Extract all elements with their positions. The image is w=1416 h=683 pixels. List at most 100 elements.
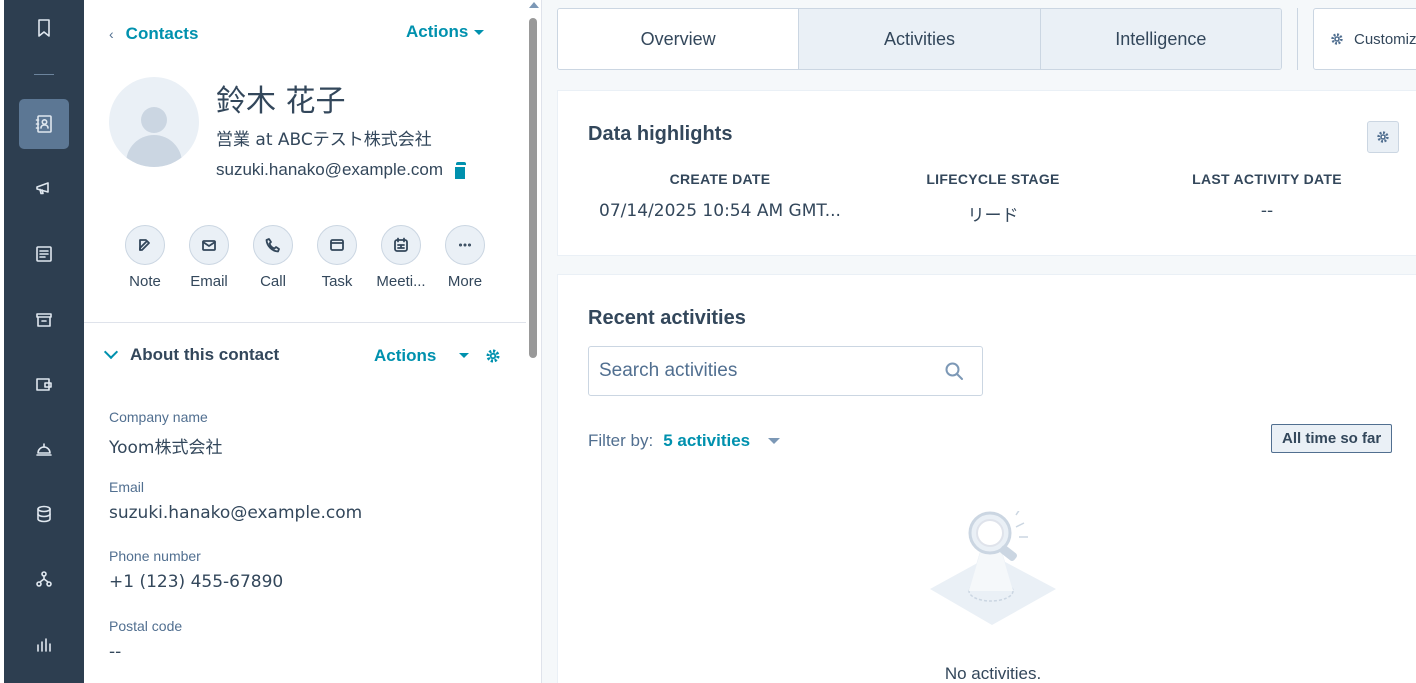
- field-label: Email: [109, 479, 145, 495]
- wallet-icon[interactable]: [19, 359, 69, 409]
- highlights-settings-button[interactable]: [1367, 121, 1399, 153]
- call-icon: [253, 225, 293, 265]
- note-button[interactable]: Note: [124, 225, 166, 290]
- database-icon[interactable]: [19, 489, 69, 539]
- search-activities-box: [588, 346, 983, 396]
- email-button[interactable]: Email: [188, 225, 230, 290]
- left-panel-scrollbar[interactable]: [526, 0, 542, 683]
- scroll-up-icon[interactable]: [529, 2, 539, 8]
- highlight-value: --: [1260, 201, 1274, 221]
- call-button[interactable]: Call: [252, 225, 294, 290]
- highlight-header: CREATE DATE: [669, 171, 771, 187]
- call-label: Call: [260, 273, 286, 290]
- avatar[interactable]: [109, 77, 199, 167]
- data-highlights-title: Data highlights: [588, 123, 733, 145]
- avatar-head: [141, 107, 167, 133]
- contacts-back-label: Contacts: [125, 24, 199, 43]
- contacts-icon[interactable]: [19, 99, 69, 149]
- contact-email: suzuki.hanako@example.com: [216, 160, 444, 179]
- recent-activities-card: Recent activities Filter by: 5 activitie…: [557, 274, 1416, 683]
- field-value[interactable]: +1 (123) 455-67890: [109, 572, 283, 592]
- contact-panel: ‹ Contacts Actions 鈴木 花子 営業 at ABCテスト株式会…: [84, 0, 526, 683]
- tab-intelligence[interactable]: Intelligence: [1039, 9, 1281, 69]
- highlight-header: LAST ACTIVITY DATE: [1192, 171, 1342, 187]
- chevron-down-icon: [103, 344, 119, 360]
- caret-down-icon[interactable]: [768, 438, 781, 444]
- highlight-lifecycle-stage: LIFECYCLE STAGE リード: [858, 171, 1128, 226]
- left-nav-rail: [0, 0, 84, 683]
- about-section-toggle[interactable]: About this contact: [103, 344, 280, 365]
- gear-icon[interactable]: [485, 348, 501, 364]
- customize-button[interactable]: Customiz: [1313, 8, 1416, 70]
- time-range-button[interactable]: All time so far: [1271, 424, 1393, 453]
- reports-icon[interactable]: [19, 619, 69, 669]
- caret-down-icon: [474, 29, 485, 35]
- task-icon: [317, 225, 357, 265]
- meeting-button[interactable]: Meeti...: [376, 225, 426, 290]
- email-label: Email: [190, 273, 228, 290]
- note-label: Note: [129, 273, 161, 290]
- caret-down-icon[interactable]: [459, 353, 469, 358]
- rail-divider: [34, 74, 54, 75]
- contact-name: 鈴木 花子: [216, 84, 346, 119]
- meeting-label: Meeti...: [376, 273, 426, 290]
- record-tabs: Overview Activities Intelligence: [557, 8, 1282, 70]
- filter-label: Filter by:: [588, 431, 654, 450]
- note-icon: [125, 225, 165, 265]
- field-value[interactable]: suzuki.hanako@example.com: [109, 503, 362, 523]
- rail-edge: [0, 0, 4, 683]
- data-highlights-card: Data highlights CREATE DATE 07/14/2025 1…: [557, 90, 1416, 256]
- automation-icon[interactable]: [19, 554, 69, 604]
- task-button[interactable]: Task: [316, 225, 358, 290]
- highlight-create-date: CREATE DATE 07/14/2025 10:54 AM GMT...: [585, 171, 855, 221]
- section-divider: [84, 322, 526, 323]
- recent-activities-title: Recent activities: [588, 307, 746, 329]
- megaphone-icon[interactable]: [19, 163, 69, 213]
- more-label: More: [447, 273, 483, 290]
- empty-state-text: No activities.: [944, 664, 1042, 683]
- highlight-last-activity-date: LAST ACTIVITY DATE --: [1132, 171, 1402, 221]
- content-icon[interactable]: [19, 229, 69, 279]
- tab-activities[interactable]: Activities: [798, 9, 1040, 69]
- service-bell-icon[interactable]: [19, 424, 69, 474]
- about-section-title: About this contact: [130, 345, 280, 364]
- tab-overview[interactable]: Overview: [558, 9, 799, 69]
- contact-actions-dropdown[interactable]: Actions: [406, 22, 485, 42]
- commerce-icon[interactable]: [19, 294, 69, 344]
- contact-email-row: suzuki.hanako@example.com: [216, 160, 468, 181]
- search-icon[interactable]: [944, 361, 964, 381]
- chevron-left-icon: ‹: [109, 26, 114, 42]
- field-label: Company name: [109, 409, 208, 425]
- field-value[interactable]: --: [109, 642, 182, 662]
- field-label: Phone number: [109, 548, 201, 564]
- about-actions-dropdown[interactable]: Actions: [374, 346, 436, 366]
- field-label: Postal code: [109, 618, 183, 634]
- field-company-name: Company name Yoom株式会社: [109, 409, 223, 458]
- gear-icon: [1377, 131, 1389, 143]
- gear-icon: [1331, 33, 1343, 45]
- task-label: Task: [321, 273, 353, 290]
- actions-label: Actions: [406, 22, 469, 41]
- customize-label: Customiz: [1354, 30, 1416, 48]
- field-value[interactable]: Yoom株式会社: [109, 433, 223, 458]
- meeting-icon: [381, 225, 421, 265]
- highlight-value: リード: [967, 206, 1019, 226]
- contact-job-title: 営業 at ABCテスト株式会社: [216, 130, 432, 150]
- search-activities-input[interactable]: [599, 360, 944, 382]
- field-phone-number: Phone number +1 (123) 455-67890: [109, 548, 283, 592]
- filter-activities-dropdown[interactable]: 5 activities: [663, 431, 750, 451]
- avatar-body: [126, 135, 182, 167]
- quick-actions: Note Email Call Task Meeti... More: [124, 225, 486, 290]
- more-icon: [445, 225, 485, 265]
- bookmark-icon[interactable]: [19, 3, 69, 53]
- scroll-thumb[interactable]: [529, 18, 537, 358]
- copy-icon[interactable]: [453, 162, 468, 181]
- empty-search-illustration-icon: [930, 511, 1056, 625]
- activity-filter: Filter by: 5 activities: [588, 431, 781, 451]
- highlight-value: 07/14/2025 10:54 AM GMT...: [599, 201, 841, 221]
- contacts-back-link[interactable]: ‹ Contacts: [109, 24, 198, 44]
- tabs-divider: [1297, 8, 1298, 70]
- more-button[interactable]: More: [444, 225, 486, 290]
- field-postal-code: Postal code --: [109, 618, 182, 662]
- email-icon: [189, 225, 229, 265]
